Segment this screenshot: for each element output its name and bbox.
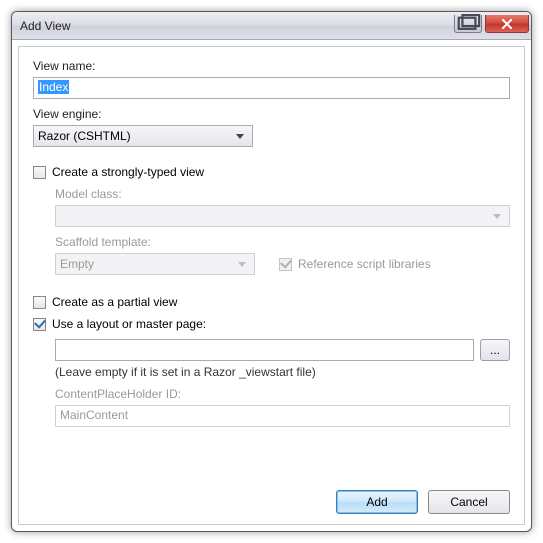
view-name-label: View name: — [33, 59, 510, 73]
ref-scripts-label: Reference script libraries — [298, 257, 431, 271]
cph-value: MainContent — [60, 408, 128, 422]
use-layout-checkbox[interactable] — [33, 318, 46, 331]
partial-view-row[interactable]: Create as a partial view — [33, 295, 510, 309]
strongly-typed-label: Create a strongly-typed view — [52, 165, 204, 179]
close-button[interactable] — [485, 15, 529, 33]
cancel-button[interactable]: Cancel — [428, 490, 510, 514]
add-button[interactable]: Add — [336, 490, 418, 514]
cph-label: ContentPlaceHolder ID: — [55, 387, 510, 401]
scaffold-label: Scaffold template: — [55, 235, 255, 249]
strongly-typed-row[interactable]: Create a strongly-typed view — [33, 165, 510, 179]
model-class-label: Model class: — [55, 187, 510, 201]
partial-view-checkbox[interactable] — [33, 296, 46, 309]
button-bar: Add Cancel — [336, 490, 510, 514]
view-name-value: Index — [38, 80, 69, 94]
minimize-restore-button[interactable] — [454, 15, 482, 33]
view-engine-select[interactable]: Razor (CSHTML) — [33, 125, 253, 147]
window-buttons — [454, 15, 529, 33]
use-layout-label: Use a layout or master page: — [52, 317, 206, 331]
ref-scripts-checkbox — [279, 258, 292, 271]
view-engine-value: Razor (CSHTML) — [38, 129, 131, 143]
view-name-input[interactable]: Index — [33, 77, 510, 99]
window-title: Add View — [20, 19, 454, 33]
ref-scripts-row: Reference script libraries — [279, 253, 431, 275]
strongly-typed-checkbox[interactable] — [33, 166, 46, 179]
cph-input: MainContent — [55, 405, 510, 427]
browse-button[interactable]: ... — [480, 339, 510, 361]
scaffold-select: Empty — [55, 253, 255, 275]
layout-path-input[interactable] — [55, 339, 474, 361]
layout-hint: (Leave empty if it is set in a Razor _vi… — [55, 365, 510, 379]
use-layout-row[interactable]: Use a layout or master page: — [33, 317, 510, 331]
model-class-select — [55, 205, 510, 227]
chevron-down-icon — [238, 262, 246, 267]
titlebar: Add View — [12, 12, 531, 40]
view-engine-label: View engine: — [33, 107, 510, 121]
scaffold-value: Empty — [60, 257, 94, 271]
chevron-down-icon — [493, 214, 501, 219]
dialog-content: View name: Index View engine: Razor (CSH… — [18, 46, 525, 525]
chevron-down-icon — [236, 134, 244, 139]
partial-view-label: Create as a partial view — [52, 295, 177, 309]
dialog-window: Add View View name: Index View engine: R… — [11, 11, 532, 532]
